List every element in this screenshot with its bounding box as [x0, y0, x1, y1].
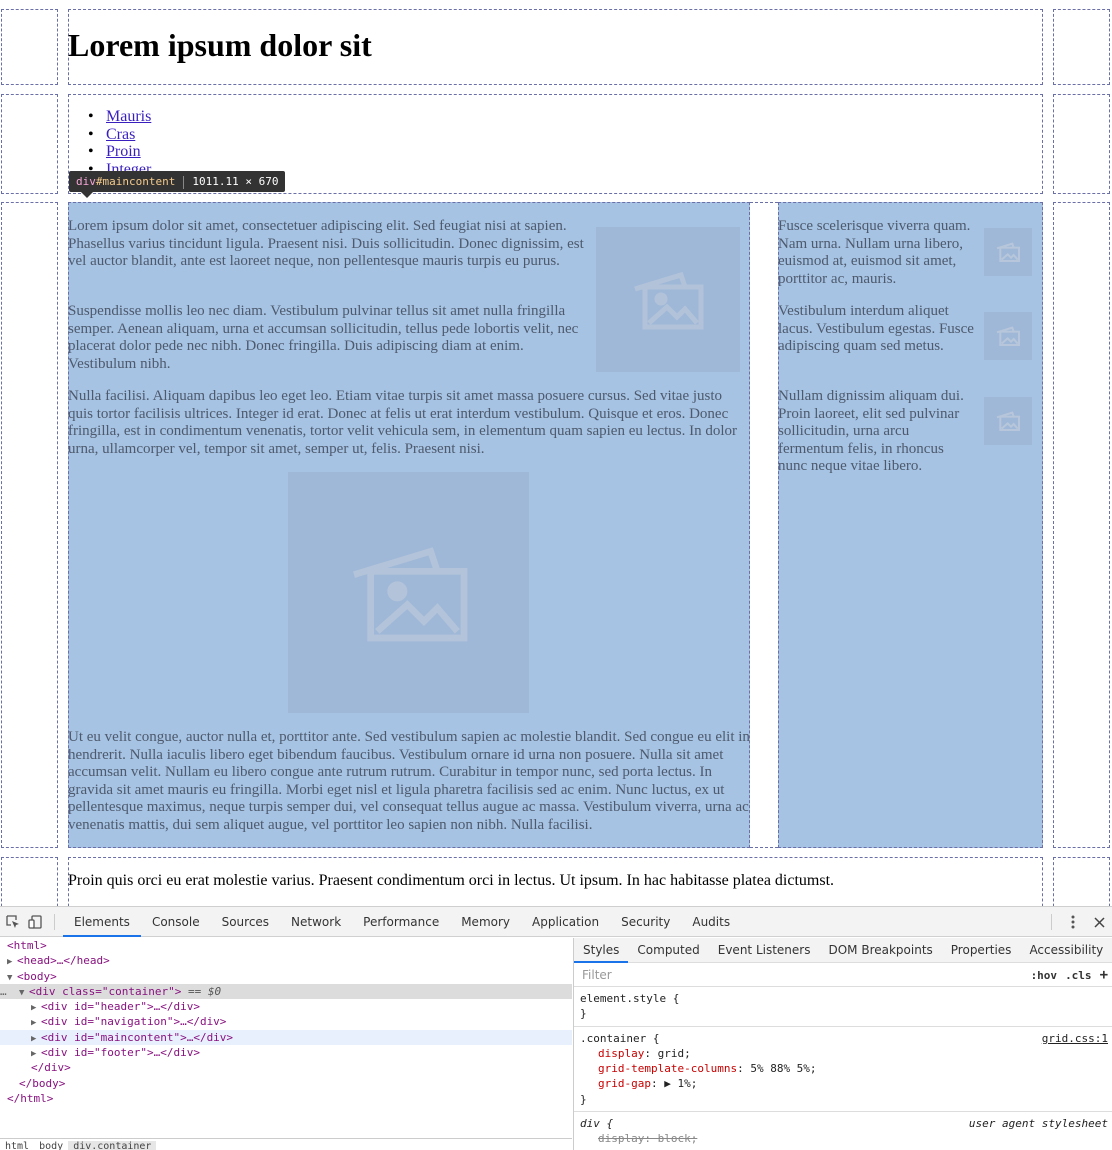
breadcrumb: html body div.container: [0, 1138, 572, 1150]
dom-node-footer[interactable]: ▶ <div id="footer">…</div>: [0, 1045, 572, 1060]
nav-item: Mauris: [88, 108, 151, 126]
image-placeholder-icon: [288, 472, 529, 713]
styles-tabs: Styles Computed Event Listeners DOM Brea…: [574, 938, 1112, 963]
new-rule-button[interactable]: +: [1100, 967, 1108, 983]
inspector-tooltip: div#maincontent 1011.11 × 670: [69, 171, 286, 198]
nav-link-proin[interactable]: Proin: [106, 143, 141, 160]
tab-properties[interactable]: Properties: [942, 938, 1021, 963]
nav-link-mauris[interactable]: Mauris: [106, 108, 151, 125]
css-declaration[interactable]: grid-template-columns: 5% 88% 5%;: [580, 1061, 1106, 1076]
grid-cell-right-nav: [1053, 94, 1110, 194]
more-options-icon[interactable]: [1060, 907, 1086, 937]
grid-cell-right-footer: [1053, 857, 1110, 906]
tab-event-listeners[interactable]: Event Listeners: [709, 938, 820, 963]
element-style-selector: element.style {: [580, 992, 680, 1005]
tab-styles[interactable]: Styles: [574, 938, 629, 963]
main-paragraph-4: Ut eu velit congue, auctor nulla et, por…: [68, 729, 750, 833]
dom-node-html[interactable]: <html>: [0, 938, 572, 953]
dom-node-body-close: </body>: [19, 1076, 66, 1090]
sidebar-highlight: [778, 202, 1043, 848]
image-placeholder-icon: [984, 397, 1032, 445]
rule-element-style: element.style { }: [574, 987, 1112, 1027]
grid-cell-left-header: [1, 9, 58, 85]
nav-item: Cras: [88, 126, 151, 144]
grid-cell-left-nav: [1, 94, 58, 194]
css-declaration-overridden: display: block;: [598, 1132, 698, 1146]
image-placeholder-icon: [596, 227, 740, 372]
dom-tree: <html> ▶ <head>…</head> ▼ <body> … ▼ <div cl…: [0, 938, 572, 1150]
user-agent-label: user agent stylesheet: [968, 1117, 1108, 1131]
tooltip-size: 1011.11 × 670: [192, 175, 279, 188]
dom-node-head[interactable]: ▶ <head>…</head>: [0, 953, 572, 968]
css-declaration[interactable]: grid-gap: ▶ 1%;: [580, 1076, 1106, 1091]
nav-link-cras[interactable]: Cras: [106, 126, 135, 143]
image-placeholder-icon: [984, 228, 1032, 276]
image-placeholder-icon: [984, 312, 1032, 360]
side-paragraph-2: Vestibulum interdum aliquet lacus. Vesti…: [778, 303, 974, 354]
nav-list: Mauris Cras Proin Integer: [88, 108, 151, 178]
side-paragraph-1: Fusce scelerisque viverra quam. Nam urna…: [778, 218, 971, 287]
tab-dom-breakpoints[interactable]: DOM Breakpoints: [819, 938, 941, 963]
dom-node-header[interactable]: ▶ <div id="header">…</div>: [0, 999, 572, 1014]
page-viewport: Lorem ipsum dolor sit Mauris Cras Proin …: [0, 0, 1112, 906]
grid-cell-right-main: [1053, 202, 1110, 848]
hover-state-button[interactable]: :hov: [1031, 969, 1058, 982]
styles-pane: Styles Computed Event Listeners DOM Brea…: [573, 938, 1112, 1150]
dom-node-navigation[interactable]: ▶ <div id="navigation">…</div>: [0, 1014, 572, 1029]
main-paragraph-2: Suspendisse mollis leo nec diam. Vestibu…: [68, 303, 579, 372]
dom-node-div-close: </div>: [31, 1061, 71, 1075]
column-gap: [750, 202, 778, 848]
tooltip-id: #maincontent: [95, 175, 176, 188]
tab-accessibility[interactable]: Accessibility: [1020, 938, 1112, 963]
main-paragraph-3: Nulla facilisi. Aliquam dapibus leo eget…: [68, 388, 737, 457]
styles-filter-input[interactable]: [580, 966, 1000, 983]
devtools-toolbar: Elements Console Sources Network Perform…: [0, 907, 1112, 937]
footer-text: Proin quis orci eu erat molestie varius.…: [68, 872, 835, 889]
nav-item: Proin: [88, 143, 151, 161]
tab-network[interactable]: Network: [280, 907, 352, 937]
dom-node-html-close: </html>: [7, 1091, 54, 1105]
rule-div-user-agent: user agent stylesheet div { display: blo…: [574, 1112, 1112, 1150]
tab-audits[interactable]: Audits: [681, 907, 741, 937]
dom-node-container[interactable]: … ▼ <div class="container"> == $0: [0, 983, 572, 1000]
grid-cell-left-footer: [1, 857, 58, 906]
dom-node-body[interactable]: ▼ <body>: [0, 969, 572, 984]
container-selector: .container {: [580, 1031, 660, 1045]
tab-elements[interactable]: Elements: [63, 907, 141, 937]
rule-container: grid.css:1 .container { display: grid; g…: [574, 1027, 1112, 1113]
css-declaration[interactable]: display: grid;: [580, 1046, 1106, 1061]
device-toolbar-icon[interactable]: [24, 907, 46, 937]
filter-bar: :hov .cls +: [574, 963, 1112, 987]
inspect-element-icon[interactable]: [2, 907, 24, 937]
tab-security[interactable]: Security: [610, 907, 681, 937]
tab-console[interactable]: Console: [141, 907, 211, 937]
selected-marker: == $0: [187, 984, 222, 998]
tab-computed[interactable]: Computed: [628, 938, 708, 963]
tab-memory[interactable]: Memory: [450, 907, 521, 937]
dom-node-maincontent[interactable]: ▶ <div id="maincontent">…</div>: [0, 1029, 572, 1046]
grid-cell-left-main: [1, 202, 58, 848]
page-heading: Lorem ipsum dolor sit: [68, 27, 372, 63]
tooltip-tag: div: [76, 175, 96, 188]
close-icon[interactable]: [1086, 907, 1112, 937]
stylesheet-link[interactable]: grid.css:1: [1042, 1031, 1108, 1046]
container-tag: <div class="container">: [29, 984, 182, 998]
main-paragraph-1: Lorem ipsum dolor sit amet, consectetuer…: [68, 218, 584, 269]
class-button[interactable]: .cls: [1065, 969, 1092, 982]
grid-cell-right-header: [1053, 9, 1110, 85]
tab-sources[interactable]: Sources: [211, 907, 280, 937]
devtools-panel: Elements Console Sources Network Perform…: [0, 906, 1112, 1150]
tab-performance[interactable]: Performance: [352, 907, 450, 937]
tab-application[interactable]: Application: [521, 907, 610, 937]
side-paragraph-3: Nullam dignissim aliquam dui. Proin laor…: [778, 388, 964, 474]
